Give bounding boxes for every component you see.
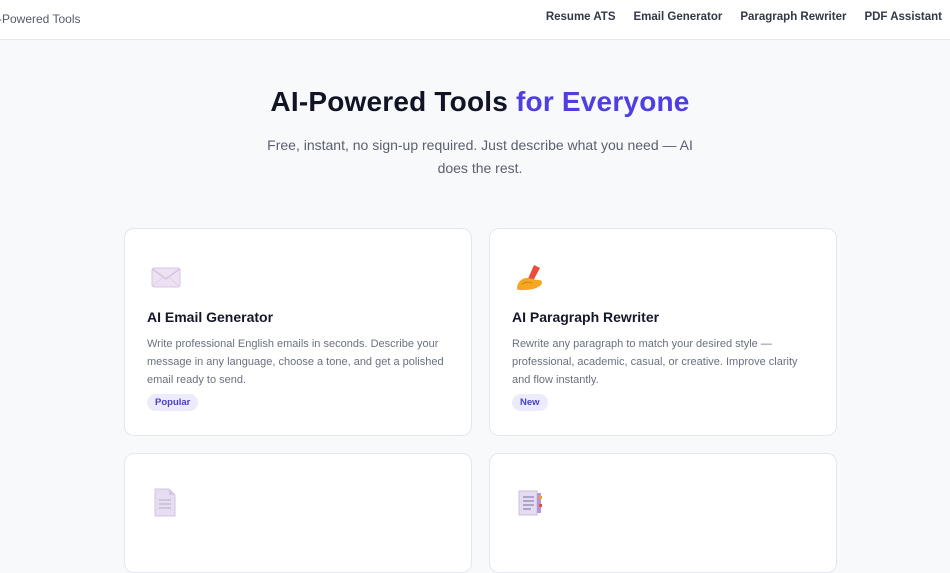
- main-nav: Resume ATS Email Generator Paragraph Rew…: [546, 11, 942, 23]
- page-subtitle: Free, instant, no sign-up required. Just…: [267, 137, 693, 176]
- nav-link-resume-ats[interactable]: Resume ATS: [546, 11, 616, 23]
- title-main: AI-Powered Tools: [270, 86, 516, 117]
- new-badge: New: [512, 394, 548, 411]
- card-description: Rewrite any paragraph to match your desi…: [512, 338, 798, 386]
- tool-card-document[interactable]: [124, 453, 472, 573]
- card-title: AI Email Generator: [147, 309, 274, 325]
- brand-name[interactable]: -Powered Tools: [0, 12, 81, 26]
- popular-badge: Popular: [147, 394, 199, 411]
- card-title: AI Paragraph Rewriter: [512, 309, 660, 325]
- card-description: Write professional English emails in sec…: [147, 338, 444, 386]
- nav-link-paragraph-rewriter[interactable]: Paragraph Rewriter: [740, 11, 846, 23]
- nav-link-pdf-assistant[interactable]: PDF Assistant: [864, 11, 942, 23]
- title-accent: for Everyone: [516, 86, 690, 117]
- writing-hand-icon: [512, 259, 548, 295]
- page-title: AI-Powered Tools for Everyone: [0, 86, 950, 118]
- tool-card-resume[interactable]: [489, 453, 837, 573]
- document-icon: [147, 484, 183, 520]
- nav-link-email-generator[interactable]: Email Generator: [634, 11, 723, 23]
- envelope-icon: [147, 259, 183, 295]
- tool-card-paragraph-rewriter[interactable]: AI Paragraph Rewriter Rewrite any paragr…: [489, 228, 837, 436]
- top-navigation-bar: -Powered Tools Resume ATS Email Generato…: [0, 0, 950, 40]
- tool-card-email-generator[interactable]: AI Email Generator Write professional En…: [124, 228, 472, 436]
- resume-document-icon: [512, 484, 548, 520]
